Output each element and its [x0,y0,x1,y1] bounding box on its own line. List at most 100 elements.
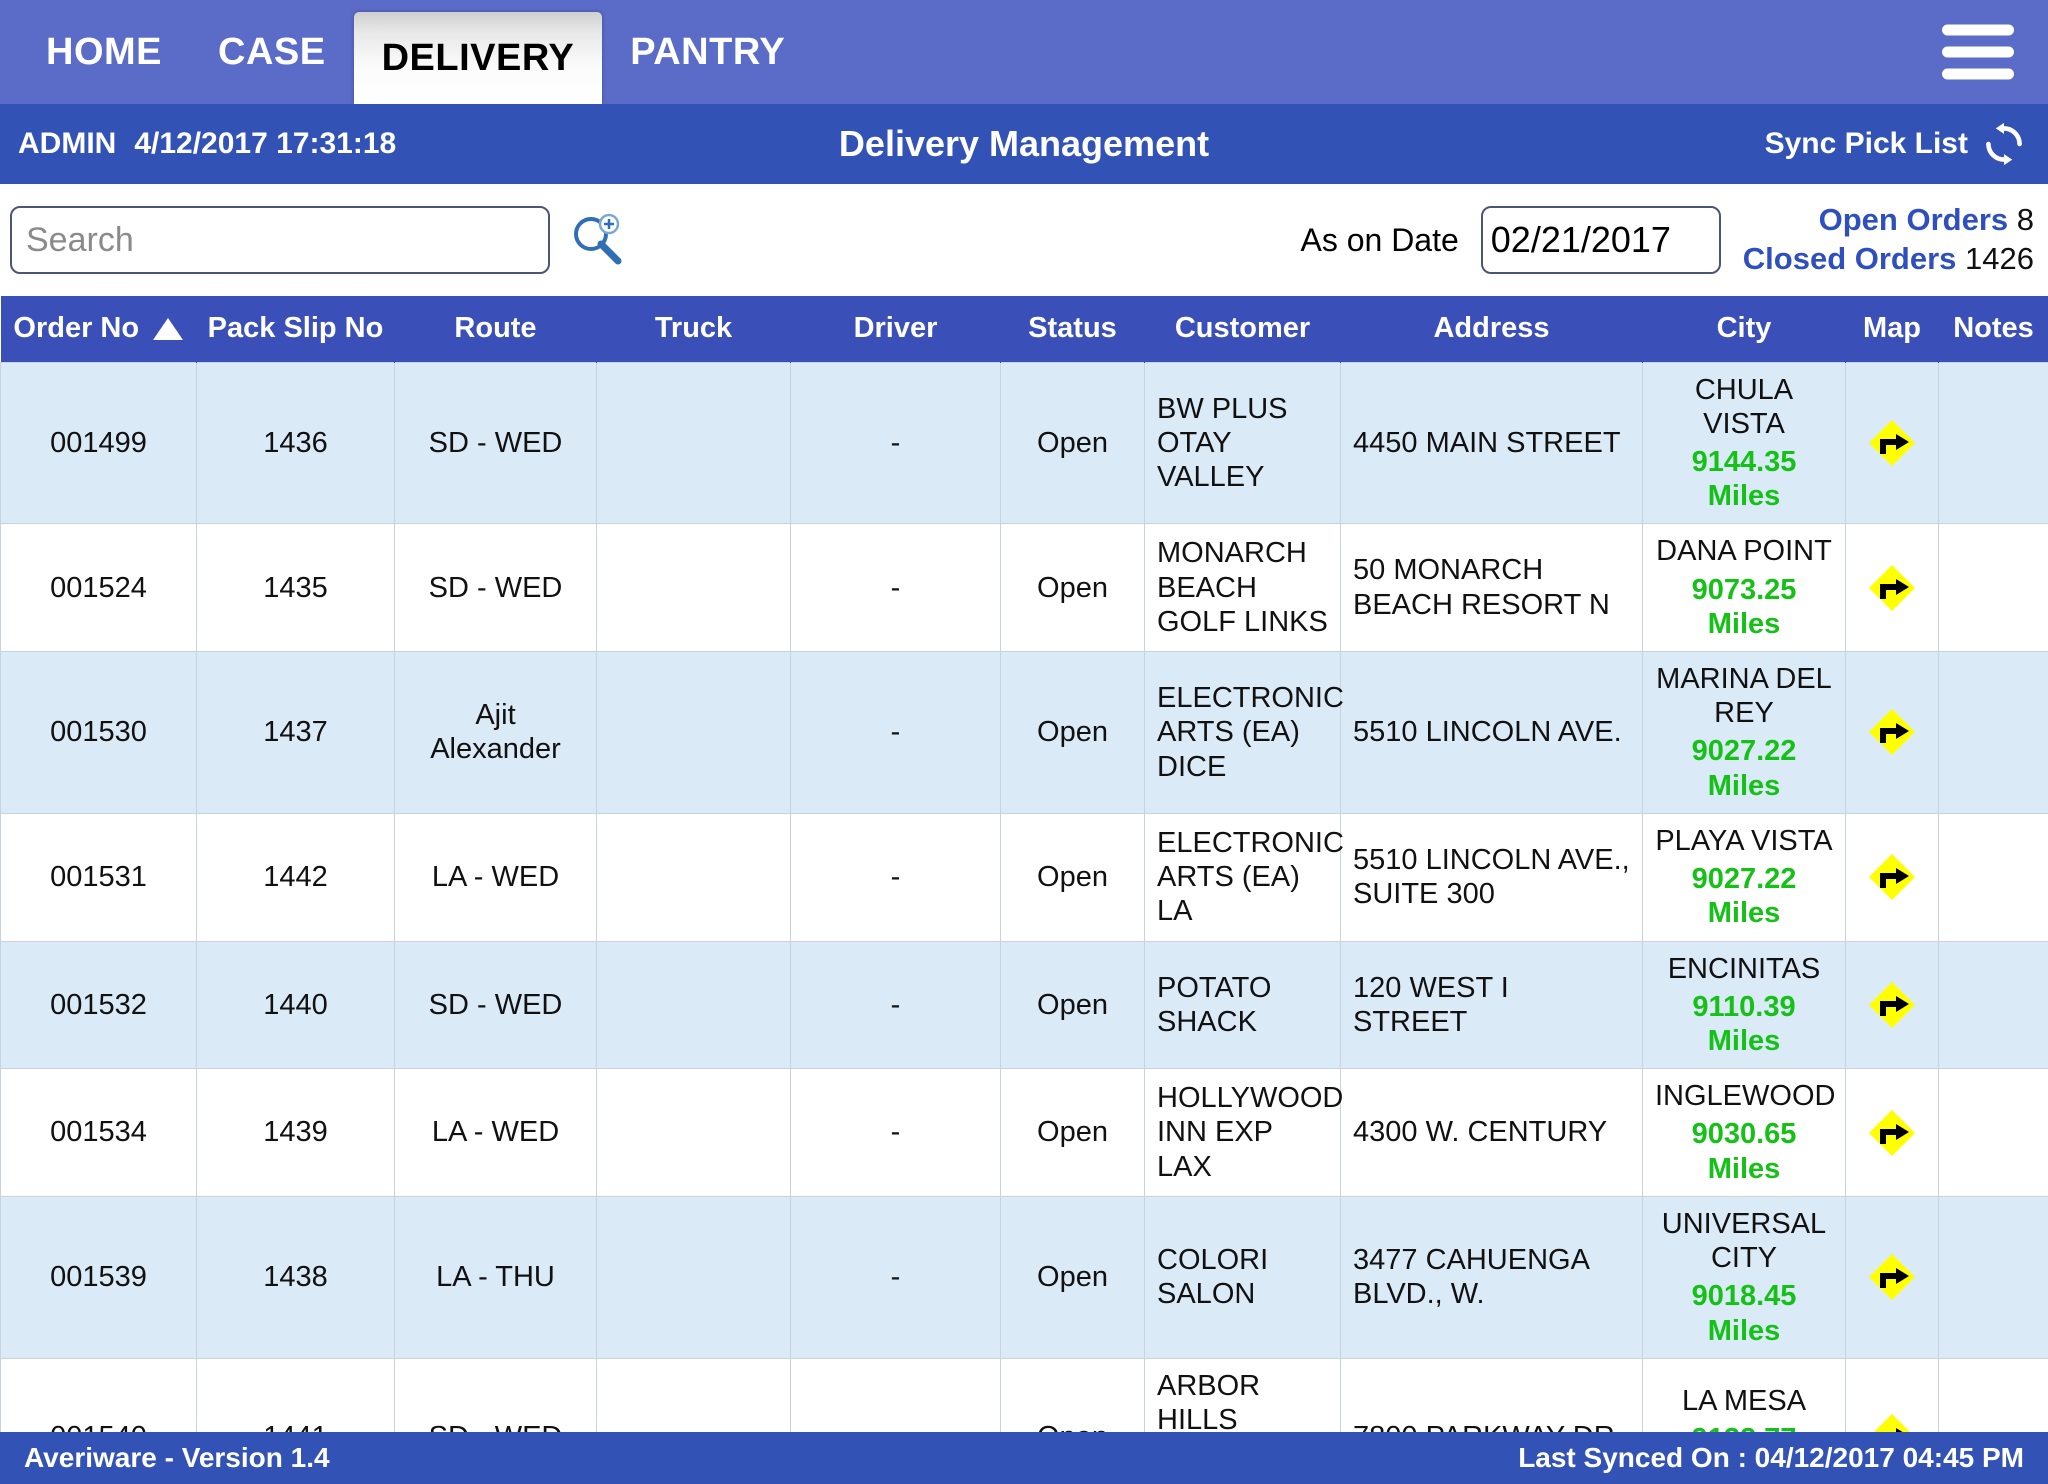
turn-right-map-icon[interactable] [1867,1108,1917,1158]
app-version-label: Averiware - Version 1.4 [24,1442,330,1473]
closed-orders-row: Closed Orders 1426 [1742,241,2034,277]
cell-map[interactable] [1845,812,1939,942]
table-row[interactable]: 001532 1440 SD - WED - Open POTATO SHACK 120 W… [0,940,2048,1070]
cell-notes[interactable] [1938,1195,2048,1359]
cell-driver: - [790,523,1001,653]
cell-driver: - [790,812,1001,942]
cell-pack-slip-no[interactable]: 1435 [196,523,395,653]
cell-map[interactable] [1845,1068,1939,1197]
city-name: CHULA VISTA [1694,373,1794,440]
cell-address: 3477 CAHUENGA BLVD., W. [1340,1195,1643,1359]
cell-pack-slip-no[interactable]: 1440 [196,940,395,1070]
cell-driver: - [790,651,1001,814]
city-name: LA MESA [1681,1384,1807,1417]
cell-city: UNIVERSAL CITY 9018.45 Miles [1642,1195,1846,1359]
cell-notes[interactable] [1938,1068,2048,1197]
turn-right-map-icon[interactable] [1867,980,1917,1030]
cell-notes[interactable] [1938,523,2048,653]
col-header-truck[interactable]: Truck [596,296,791,362]
cell-notes[interactable] [1938,940,2048,1070]
turn-right-map-icon[interactable] [1867,418,1917,468]
cell-pack-slip-no[interactable]: 1438 [196,1195,395,1359]
turn-right-map-icon[interactable] [1867,707,1917,757]
cell-city: MARINA DEL REY 9027.22 Miles [1642,651,1846,814]
sync-pick-list-button[interactable]: Sync Pick List [1765,122,2026,166]
col-header-pack-slip-no[interactable]: Pack Slip No [196,296,395,362]
cell-order-no[interactable]: 001539 [0,1195,197,1359]
col-header-route[interactable]: Route [394,296,597,362]
city-miles: 9110.39 Miles [1692,990,1796,1057]
sync-refresh-icon [1986,122,2022,166]
sync-pick-list-label: Sync Pick List [1764,127,1968,160]
col-header-order-no[interactable]: Order No [0,296,197,362]
open-orders-label: Open Orders [1818,202,2009,238]
cell-status: Open [1000,940,1145,1070]
cell-notes[interactable] [1938,361,2048,525]
nav-tab-pantry[interactable]: PANTRY [602,0,813,104]
col-header-address[interactable]: Address [1340,296,1643,362]
col-header-customer[interactable]: Customer [1144,296,1341,362]
table-row[interactable]: 001531 1442 LA - WED - Open ELECTRONIC ARTS (… [0,812,2048,942]
cell-notes[interactable] [1938,651,2048,814]
cell-address: 4450 MAIN STREET [1340,361,1643,525]
cell-pack-slip-no[interactable]: 1442 [196,812,395,942]
city-miles: 9030.65 Miles [1691,1118,1797,1185]
cell-order-no[interactable]: 001499 [0,361,197,525]
as-on-date-label: As on Date [1300,221,1459,258]
table-row[interactable]: 001530 1437 Ajit Alexander - Open ELECTRONIC … [0,651,2048,814]
cell-order-no[interactable]: 001524 [0,523,197,653]
cell-order-no[interactable]: 001530 [0,651,197,814]
cell-map[interactable] [1845,361,1939,525]
magnifier-zoom-in-icon[interactable] [568,211,626,269]
cell-order-no[interactable]: 001531 [0,812,197,942]
col-header-notes[interactable]: Notes [1938,296,2048,362]
cell-map[interactable] [1845,651,1939,814]
cell-map[interactable] [1845,523,1939,653]
nav-tab-case[interactable]: CASE [190,0,354,104]
page-title: Delivery Management [838,123,1210,164]
city-miles: 9018.45 Miles [1691,1280,1797,1347]
turn-right-map-icon[interactable] [1867,852,1917,902]
cell-pack-slip-no[interactable]: 1437 [196,651,395,814]
cell-truck [596,361,791,525]
nav-tab-delivery[interactable]: DELIVERY [353,12,603,104]
nav-tab-list: HOME CASE DELIVERY PANTRY [0,0,813,104]
cell-order-no[interactable]: 001532 [0,940,197,1070]
cell-customer: POTATO SHACK [1144,940,1341,1070]
table-row[interactable]: 001499 1436 SD - WED - Open BW PLUS OTAY VALL… [0,361,2048,525]
table-row[interactable]: 001539 1438 LA - THU - Open COLORI SALON 3477 … [0,1195,2048,1359]
date-and-counts: As on Date Open Orders 8 Closed Orders 1… [1300,202,2040,277]
closed-orders-label: Closed Orders [1742,241,1957,276]
nav-tab-home[interactable]: HOME [18,0,190,104]
open-orders-row: Open Orders 8 [1743,202,2034,238]
last-synced-label: Last Synced On : 04/12/2017 04:45 PM [1518,1442,2024,1473]
cell-pack-slip-no[interactable]: 1436 [196,361,395,525]
col-header-city[interactable]: City [1642,296,1846,362]
cell-map[interactable] [1845,1195,1939,1359]
turn-right-map-icon[interactable] [1867,563,1917,613]
city-name: PLAYA VISTA [1655,824,1833,857]
city-miles: 9027.22 Miles [1691,863,1797,930]
delivery-table: Order No Pack Slip No Route Truck Driver… [0,296,2048,1484]
col-header-driver[interactable]: Driver [790,296,1001,362]
search-input[interactable] [10,206,550,274]
sort-ascending-icon[interactable] [153,317,184,340]
cell-route: LA - THU [394,1195,597,1359]
cell-address: 5510 LINCOLN AVE., SUITE 300 [1340,812,1643,942]
cell-pack-slip-no[interactable]: 1439 [196,1068,395,1197]
table-row[interactable]: 001524 1435 SD - WED - Open MONARCH BEACH GOL… [0,523,2048,653]
cell-order-no[interactable]: 001534 [0,1068,197,1197]
cell-driver: - [790,1195,1001,1359]
hamburger-menu-icon[interactable] [1942,24,2014,80]
turn-right-map-icon[interactable] [1867,1252,1917,1302]
city-name: INGLEWOOD [1655,1080,1836,1113]
as-on-date-input[interactable] [1480,206,1721,274]
cell-city: CHULA VISTA 9144.35 Miles [1642,361,1846,525]
col-header-status[interactable]: Status [1000,296,1145,362]
cell-map[interactable] [1845,940,1939,1070]
col-header-map[interactable]: Map [1845,296,1939,362]
hamburger-bar [1942,46,2014,58]
cell-notes[interactable] [1938,812,2048,942]
table-row[interactable]: 001534 1439 LA - WED - Open HOLLYWOOD INN EXP… [0,1068,2048,1197]
cell-truck [596,1195,791,1359]
